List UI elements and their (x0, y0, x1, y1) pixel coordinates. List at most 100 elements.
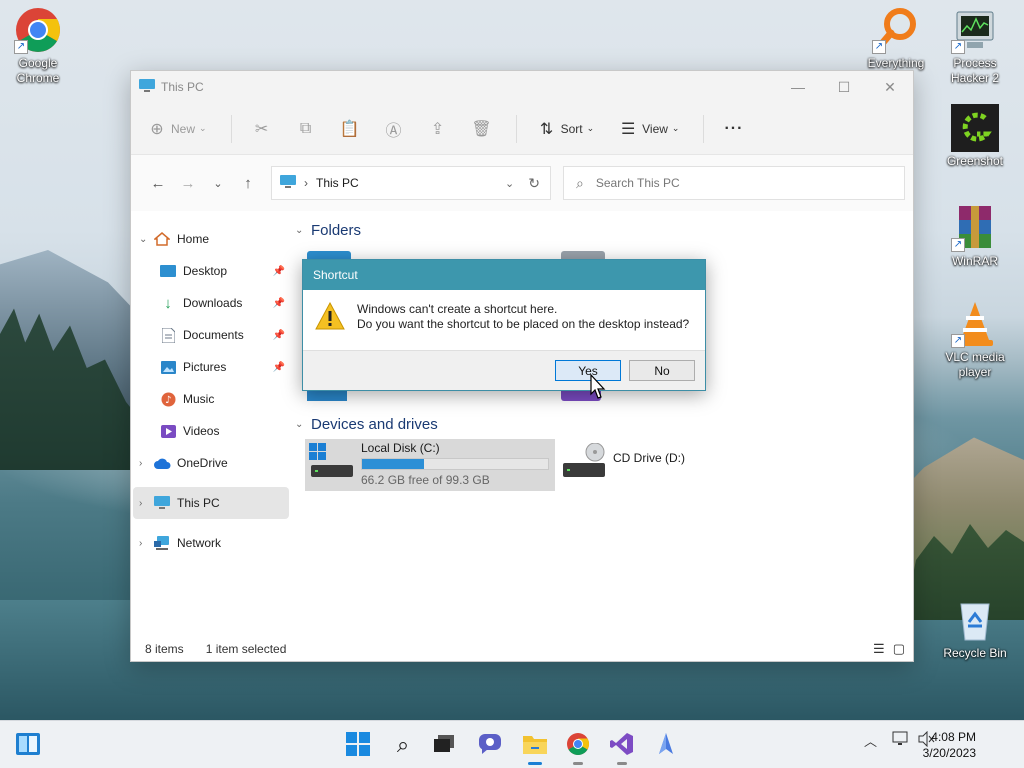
desktop-icon-greenshot[interactable]: Greenshot (937, 104, 1013, 169)
sidebar-item-this-pc[interactable]: › This PC (133, 487, 289, 519)
maximize-button[interactable]: ☐ (821, 71, 867, 103)
dialog-titlebar[interactable]: Shortcut (303, 260, 705, 290)
document-icon (159, 327, 177, 343)
folders-section-header[interactable]: ⌄ Folders (295, 215, 913, 245)
address-bar[interactable]: › This PC ⌄ ↻ (271, 166, 551, 200)
windows-logo-icon (346, 731, 370, 759)
selection-count: 1 item selected (205, 642, 287, 656)
task-view-button[interactable] (430, 731, 458, 759)
search-box[interactable]: ⌕ Search This PC (563, 166, 905, 200)
drive-tile-c[interactable]: Local Disk (C:) 66.2 GB free of 99.3 GB (305, 439, 555, 491)
start-button[interactable] (344, 731, 372, 759)
dialog-message-line1: Windows can't create a shortcut here. (357, 302, 558, 316)
desktop-icon-label: VLC media player (945, 350, 1005, 379)
share-button[interactable]: ⇪ (428, 119, 448, 139)
warning-icon (315, 301, 345, 333)
widgets-icon (15, 732, 41, 759)
task-view-icon (433, 734, 455, 757)
sidebar-item-home[interactable]: ⌄ Home (131, 223, 291, 255)
rename-button[interactable]: Ⓐ (384, 119, 404, 140)
chevron-down-icon: ⌄ (295, 224, 304, 236)
sidebar-item-label: Downloads (183, 296, 243, 310)
visual-studio-taskbar-button[interactable] (608, 731, 636, 765)
sort-arrows-icon: ⇅ (539, 120, 554, 138)
recent-locations-button[interactable]: ⌄ (203, 168, 233, 198)
copy-icon: ⧉ (299, 119, 312, 137)
cut-button[interactable]: ✂ (252, 119, 272, 139)
desktop-icon-recycle-bin[interactable]: Recycle Bin (937, 596, 1013, 661)
running-indicator (528, 762, 542, 765)
arrow-left-icon: ← (150, 174, 166, 192)
taskbar-clock[interactable]: 4:08 PM 3/20/2023 (923, 729, 976, 761)
paste-button[interactable]: 📋 (340, 119, 360, 139)
chevron-down-icon: ⌄ (586, 123, 595, 133)
sidebar-item-onedrive[interactable]: › OneDrive (131, 447, 291, 479)
sidebar-item-desktop[interactable]: Desktop 📌 (131, 255, 291, 287)
trash-icon: 🗑 (471, 120, 492, 138)
sidebar-item-label: Music (183, 392, 215, 406)
no-button[interactable]: No (629, 360, 695, 381)
desktop-icon-chrome[interactable]: ↗ Google Chrome (0, 6, 76, 86)
desktop-icon-process-hacker[interactable]: ↗ Process Hacker 2 (937, 6, 1013, 86)
desktop-icon-everything[interactable]: ↗ Everything (858, 6, 934, 71)
desktop-icon-winrar[interactable]: ↗ WinRAR (937, 204, 1013, 269)
desktop-folder-icon (159, 263, 177, 279)
display-icon[interactable] (892, 731, 910, 750)
yes-button[interactable]: Yes (555, 360, 621, 381)
sidebar-item-documents[interactable]: Documents 📌 (131, 319, 291, 351)
new-button[interactable]: ⊕ New ⌄ (147, 119, 207, 139)
window-titlebar[interactable]: This PC — ☐ ✕ (131, 71, 913, 103)
status-bar: 8 items 1 item selected ☰ ▢ (131, 637, 913, 661)
window-title: This PC (161, 80, 204, 94)
copy-button[interactable]: ⧉ (296, 119, 316, 139)
show-hidden-icons-chevron-icon[interactable]: ︿ (864, 731, 877, 750)
sort-button[interactable]: ⇅ Sort ⌄ (537, 119, 595, 139)
clipboard-icon: 📋 (339, 120, 360, 138)
desktop-icon-vlc[interactable]: ↗ VLC media player (937, 300, 1013, 380)
chrome-taskbar-button[interactable] (564, 731, 592, 765)
pen-app-icon (654, 732, 678, 759)
up-button[interactable]: ↑ (233, 168, 263, 198)
chrome-icon (566, 732, 590, 759)
details-view-icon[interactable]: ☰ (873, 641, 885, 657)
sidebar-item-network[interactable]: › Network (131, 527, 291, 559)
drive-tile-d[interactable]: CD Drive (D:) (561, 442, 761, 487)
pictures-folder-tile[interactable] (307, 391, 347, 401)
chevron-down-icon: ⌄ (671, 123, 680, 133)
winrar-icon: ↗ (951, 204, 999, 252)
forward-button[interactable]: → (173, 168, 203, 198)
desktop-icon-label: Recycle Bin (943, 646, 1007, 660)
close-button[interactable]: ✕ (867, 71, 913, 103)
chat-button[interactable] (476, 731, 504, 759)
sidebar-item-pictures[interactable]: Pictures 📌 (131, 351, 291, 383)
ellipsis-icon: ··· (724, 119, 744, 137)
sidebar-item-music[interactable]: ♪ Music (131, 383, 291, 415)
view-button[interactable]: ☰ View ⌄ (618, 119, 680, 139)
sidebar-item-videos[interactable]: Videos (131, 415, 291, 447)
refresh-icon[interactable]: ↻ (528, 175, 540, 192)
dialog-title: Shortcut (313, 268, 358, 282)
pin-icon: 📌 (272, 361, 285, 373)
everything-icon: ↗ (872, 6, 920, 54)
sidebar-item-label: Videos (183, 424, 220, 438)
sidebar-item-label: This PC (177, 496, 220, 510)
cd-drive-icon (561, 442, 605, 482)
app-taskbar-button[interactable] (652, 731, 680, 759)
search-taskbar-button[interactable]: ⌕ (389, 731, 417, 759)
section-title: Devices and drives (311, 415, 438, 433)
chevron-down-icon: ⌄ (199, 123, 207, 133)
more-options-button[interactable]: ··· (724, 120, 743, 138)
tiles-view-icon[interactable]: ▢ (893, 641, 905, 657)
mouse-cursor-icon (590, 373, 606, 403)
widgets-button[interactable] (14, 731, 42, 759)
sidebar-item-downloads[interactable]: ↓ Downloads 📌 (131, 287, 291, 319)
minimize-button[interactable]: — (775, 71, 821, 103)
file-explorer-taskbar-button[interactable] (521, 731, 549, 765)
delete-button[interactable]: 🗑 (471, 119, 492, 139)
devices-section-header[interactable]: ⌄ Devices and drives (295, 409, 438, 439)
back-button[interactable]: ← (143, 168, 173, 198)
computer-icon (153, 495, 171, 511)
view-button-label: View (642, 121, 668, 136)
chat-icon (478, 733, 502, 758)
address-dropdown-icon[interactable]: ⌄ (505, 177, 514, 190)
